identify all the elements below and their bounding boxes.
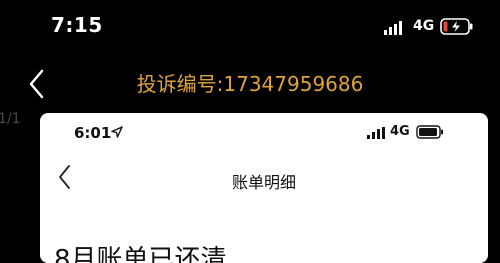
location-arrow-icon xyxy=(111,126,123,138)
image-pager: 1/1 xyxy=(0,111,21,127)
inner-status-time: 6:01 xyxy=(74,124,112,142)
bill-details-title: 账单明细 xyxy=(231,173,296,192)
signal-bars-icon xyxy=(384,21,402,35)
signal-bars-icon xyxy=(367,127,385,139)
outer-status-time: 7:15 xyxy=(51,13,103,37)
battery-low-charging-icon xyxy=(440,18,473,35)
inner-network-label: 4G xyxy=(390,124,410,139)
battery-icon xyxy=(416,125,443,139)
embedded-screenshot: 6:01 4G 账单明细 8月账单已还清 xyxy=(40,113,488,263)
complaint-number-title: 投诉编号:17347959686 xyxy=(136,72,364,96)
outer-network-label: 4G xyxy=(413,18,435,34)
outer-status-bar: 7:15 4G xyxy=(0,0,500,58)
bill-status-heading: 8月账单已还清 xyxy=(54,245,227,263)
